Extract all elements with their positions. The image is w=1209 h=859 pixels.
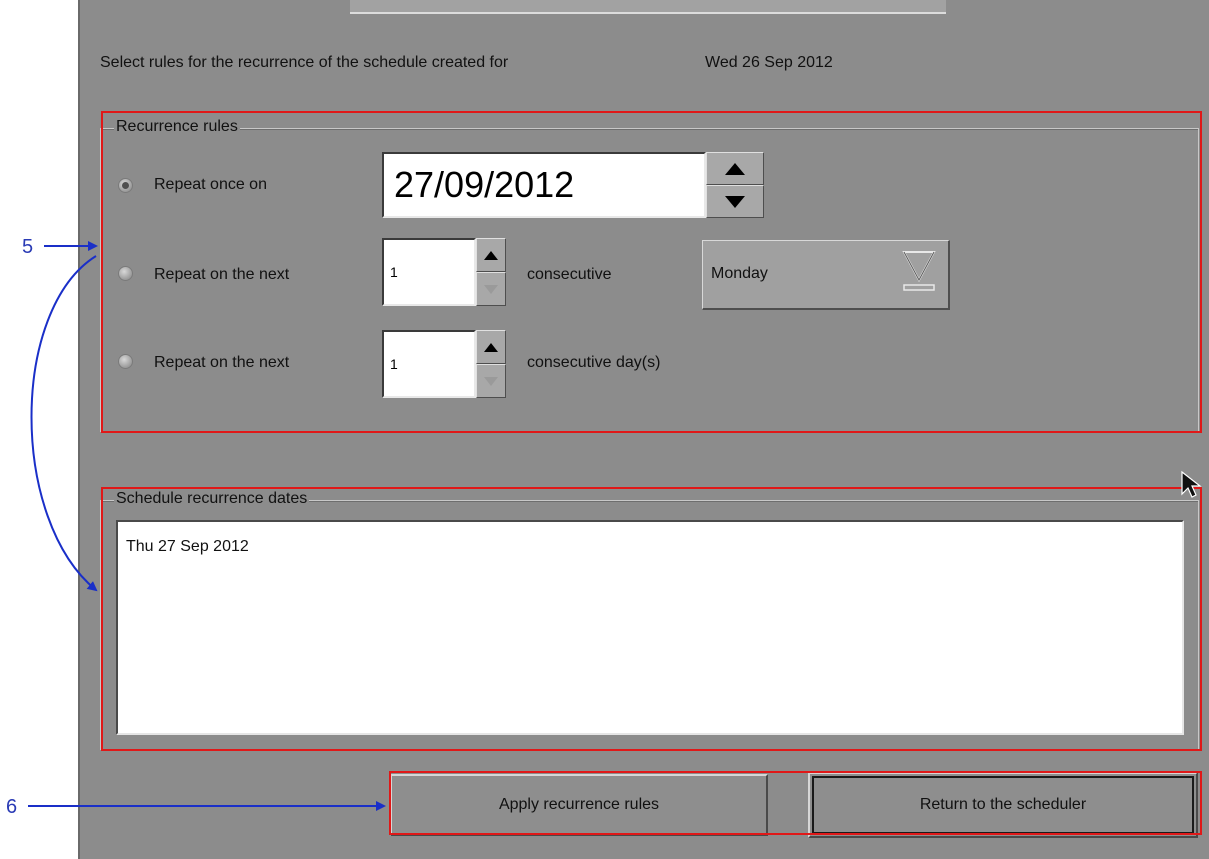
callout-arrow-icon bbox=[28, 241, 386, 811]
